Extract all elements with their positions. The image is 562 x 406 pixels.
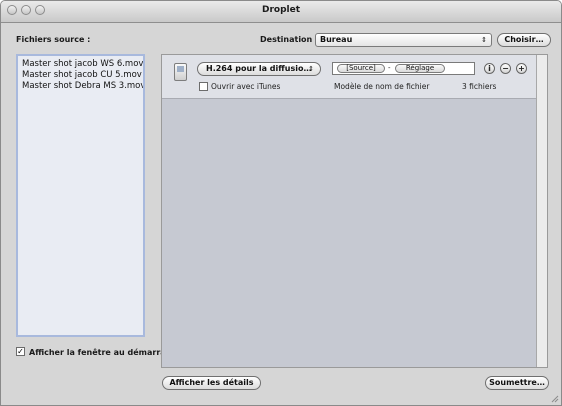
show-at-launch-checkbox[interactable]: ✓	[16, 347, 25, 356]
preset-value: H.264 pour la diffusio…	[206, 64, 312, 73]
settings-pane: H.264 pour la diffusio… ⇕ Ouvrir avec iT…	[161, 54, 548, 368]
submit-button[interactable]: Soumettre…	[485, 376, 549, 390]
source-file-list[interactable]: Master shot jacob WS 6.mov Master shot j…	[16, 54, 145, 337]
file-count: 3 fichiers	[462, 82, 497, 91]
token-source[interactable]: [Source]	[337, 64, 385, 73]
setting-row[interactable]: H.264 pour la diffusio… ⇕ Ouvrir avec iT…	[162, 55, 537, 99]
show-at-launch-label: Afficher la fenêtre au démarrage	[29, 348, 177, 357]
filename-template-field[interactable]: [Source] - Réglage	[332, 62, 475, 75]
token-separator: -	[388, 64, 391, 72]
list-item[interactable]: Master shot jacob CU 5.mov	[18, 70, 143, 81]
resize-grip-icon[interactable]	[550, 394, 559, 403]
show-details-button[interactable]: Afficher les détails	[162, 376, 261, 390]
destination-label: Destination :	[260, 35, 319, 44]
add-icon[interactable]: +	[516, 63, 527, 74]
open-itunes-label: Ouvrir avec iTunes	[211, 82, 281, 91]
filename-template-label: Modèle de nom de fichier	[334, 82, 430, 91]
destination-popup[interactable]: Bureau ⇕	[315, 33, 492, 47]
window-title: Droplet	[261, 5, 301, 15]
updown-arrows-icon: ⇕	[308, 65, 314, 73]
droplet-window: Droplet Fichiers source : Destination : …	[0, 0, 562, 406]
updown-arrows-icon: ⇕	[481, 36, 487, 44]
remove-icon[interactable]: −	[500, 63, 511, 74]
choose-button[interactable]: Choisir…	[497, 33, 551, 47]
vertical-scrollbar[interactable]	[536, 55, 547, 367]
list-item[interactable]: Master shot Debra MS 3.mov	[18, 81, 143, 92]
list-item[interactable]: Master shot jacob WS 6.mov	[18, 59, 143, 70]
destination-value: Bureau	[320, 35, 353, 44]
ipod-icon	[174, 63, 187, 81]
token-setting[interactable]: Réglage	[395, 64, 445, 73]
title-bar[interactable]: Droplet	[1, 1, 561, 23]
preset-popup[interactable]: H.264 pour la diffusio… ⇕	[197, 62, 321, 76]
open-itunes-checkbox[interactable]	[199, 82, 208, 91]
info-icon[interactable]: i	[484, 63, 495, 74]
source-files-label: Fichiers source :	[16, 35, 91, 44]
